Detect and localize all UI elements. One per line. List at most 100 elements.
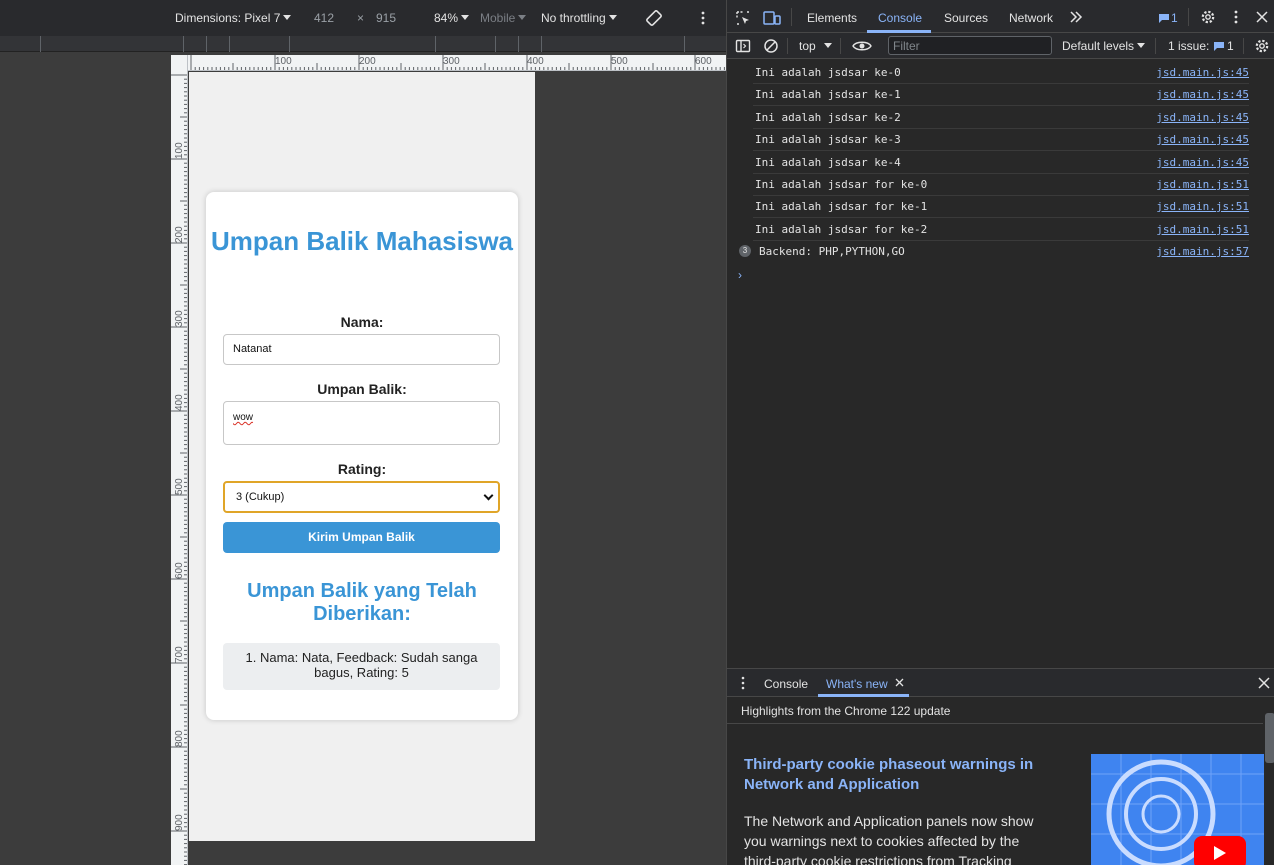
whats-new-highlights: Highlights from the Chrome 122 update (741, 704, 951, 718)
close-tab-icon[interactable] (895, 678, 904, 687)
drawer-tab-whats-new[interactable]: What's new (826, 677, 888, 691)
source-link[interactable]: jsd.main.js:45 (1156, 88, 1249, 101)
console-message-text: Ini adalah jsdsar ke-4 (755, 156, 901, 169)
issue-count-badge[interactable]: 1 (1171, 11, 1178, 25)
vertical-ruler: 100 200 300 400 500 600 700 800 900 (171, 55, 188, 865)
drawer-menu-icon[interactable] (739, 676, 747, 690)
source-link[interactable]: jsd.main.js:45 (1156, 66, 1249, 79)
feedback-card: Umpan Balik Mahasiswa Nama: Natanat Umpa… (206, 192, 518, 720)
chrome-graphic-icon (1091, 754, 1264, 865)
media-tick (206, 36, 207, 52)
eye-icon[interactable] (852, 40, 872, 52)
filter-input[interactable]: Filter (888, 36, 1052, 55)
ruler-label: 600 (695, 56, 712, 67)
ruler-label: 900 (174, 814, 185, 831)
console-message: Ini adalah jsdsar for ke-1 jsd.main.js:51 (753, 196, 1249, 218)
media-tick (229, 36, 230, 52)
news-thumbnail[interactable] (1091, 754, 1264, 865)
media-tick (289, 36, 290, 52)
rotate-icon[interactable] (645, 9, 663, 27)
sidebar-toggle-icon[interactable] (735, 38, 751, 54)
tab-elements[interactable]: Elements (807, 11, 857, 25)
source-link[interactable]: jsd.main.js:45 (1156, 111, 1249, 124)
ruler-label: 200 (174, 226, 185, 243)
media-tick (435, 36, 436, 52)
ruler-label: 300 (174, 310, 185, 327)
console-message-text: Ini adalah jsdsar ke-1 (755, 88, 901, 101)
throttling-dropdown[interactable]: No throttling (541, 11, 617, 25)
zoom-label: 84% (434, 11, 459, 25)
feedback-list-title: Umpan Balik yang Telah Diberikan: (247, 580, 477, 625)
more-options-icon[interactable] (699, 11, 707, 25)
device-toolbar: Dimensions: Pixel 7 412 × 915 84% Mobile… (0, 0, 726, 36)
console-settings-icon[interactable] (1254, 38, 1270, 54)
console-message: 3 Backend: PHP,PYTHON,GO jsd.main.js:57 (739, 241, 1249, 263)
log-levels-dropdown[interactable]: Default levels (1062, 39, 1146, 53)
zoom-dropdown[interactable]: 84% (434, 11, 470, 25)
devtools-tabbar: Elements Console Sources Network 1 (727, 0, 1274, 33)
name-label: Nama: (340, 314, 384, 330)
source-link[interactable]: jsd.main.js:45 (1156, 133, 1249, 146)
device-type-dropdown[interactable]: Mobile (480, 11, 527, 25)
source-link[interactable]: jsd.main.js:51 (1156, 178, 1249, 191)
console-message-text: Ini adalah jsdsar ke-2 (755, 111, 901, 124)
media-tick (183, 36, 184, 52)
horizontal-ruler: 100 200 300 400 500 600 (171, 55, 726, 71)
console-message: Ini adalah jsdsar ke-3 jsd.main.js:45 (753, 129, 1249, 151)
ruler-label: 100 (275, 56, 292, 67)
divider (727, 723, 1263, 724)
device-toggle-icon[interactable] (763, 10, 781, 26)
chevron-down-icon (1137, 43, 1146, 48)
media-tick (40, 36, 41, 52)
close-drawer-icon[interactable] (1258, 677, 1270, 689)
message-icon[interactable] (1158, 13, 1170, 23)
list-item: 1. Nama: Nata, Feedback: Sudah sanga bag… (223, 643, 500, 690)
more-options-icon[interactable] (1232, 10, 1240, 24)
source-link[interactable]: jsd.main.js:45 (1156, 156, 1249, 169)
issues-count[interactable]: 1 (1227, 39, 1234, 53)
throttling-label: No throttling (541, 11, 606, 25)
media-tick (495, 36, 496, 52)
drawer-tabbar: Console What's new (727, 669, 1274, 697)
context-selector[interactable]: top (799, 39, 832, 53)
divider (791, 8, 792, 26)
console-message: Ini adalah jsdsar ke-0 jsd.main.js:45 (753, 62, 1249, 84)
drawer-tab-console[interactable]: Console (764, 677, 808, 691)
gear-icon[interactable] (1200, 9, 1216, 25)
console-message: Ini adalah jsdsar for ke-2 jsd.main.js:51 (753, 219, 1249, 241)
console-message: Ini adalah jsdsar for ke-0 jsd.main.js:51 (753, 174, 1249, 196)
source-link[interactable]: jsd.main.js:51 (1156, 223, 1249, 236)
inspect-element-icon[interactable] (735, 10, 751, 26)
log-levels-label: Default levels (1062, 39, 1135, 53)
drawer-scrollbar[interactable] (1265, 713, 1274, 763)
console-message-text: Ini adalah jsdsar for ke-2 (755, 223, 928, 236)
media-query-bar (0, 36, 726, 52)
divider (787, 38, 788, 54)
submit-feedback-button[interactable]: Kirim Umpan Balik (223, 522, 500, 553)
more-tabs-icon[interactable] (1069, 11, 1083, 23)
feedback-textarea[interactable]: wow (223, 401, 500, 445)
console-message-text: Ini adalah jsdsar for ke-1 (755, 200, 928, 213)
device-dimensions-dropdown[interactable]: Dimensions: Pixel 7 (175, 11, 292, 25)
devtools-panel: Elements Console Sources Network 1 top F… (726, 0, 1274, 865)
ruler-label: 800 (174, 730, 185, 747)
name-field[interactable]: Natanat (223, 334, 500, 365)
feedback-text: wow (233, 412, 254, 423)
source-link[interactable]: jsd.main.js:57 (1156, 245, 1249, 258)
close-icon[interactable] (1256, 11, 1268, 23)
tab-sources[interactable]: Sources (944, 11, 988, 25)
divider (1243, 38, 1244, 54)
active-tab-indicator (818, 694, 909, 697)
tab-console[interactable]: Console (878, 11, 922, 25)
clear-console-icon[interactable] (763, 38, 779, 54)
rating-select[interactable]: 3 (Cukup) (223, 481, 500, 513)
console-prompt[interactable]: › (738, 268, 742, 282)
ruler-label: 500 (174, 478, 185, 495)
tab-network[interactable]: Network (1009, 11, 1053, 25)
news-title[interactable]: Third-party cookie phaseout warnings in … (744, 755, 1054, 795)
device-width-input[interactable]: 412 (314, 11, 334, 25)
times-icon: × (357, 11, 365, 25)
issues-label[interactable]: 1 issue: (1168, 39, 1209, 53)
device-height-input[interactable]: 915 (376, 11, 396, 25)
source-link[interactable]: jsd.main.js:51 (1156, 200, 1249, 213)
